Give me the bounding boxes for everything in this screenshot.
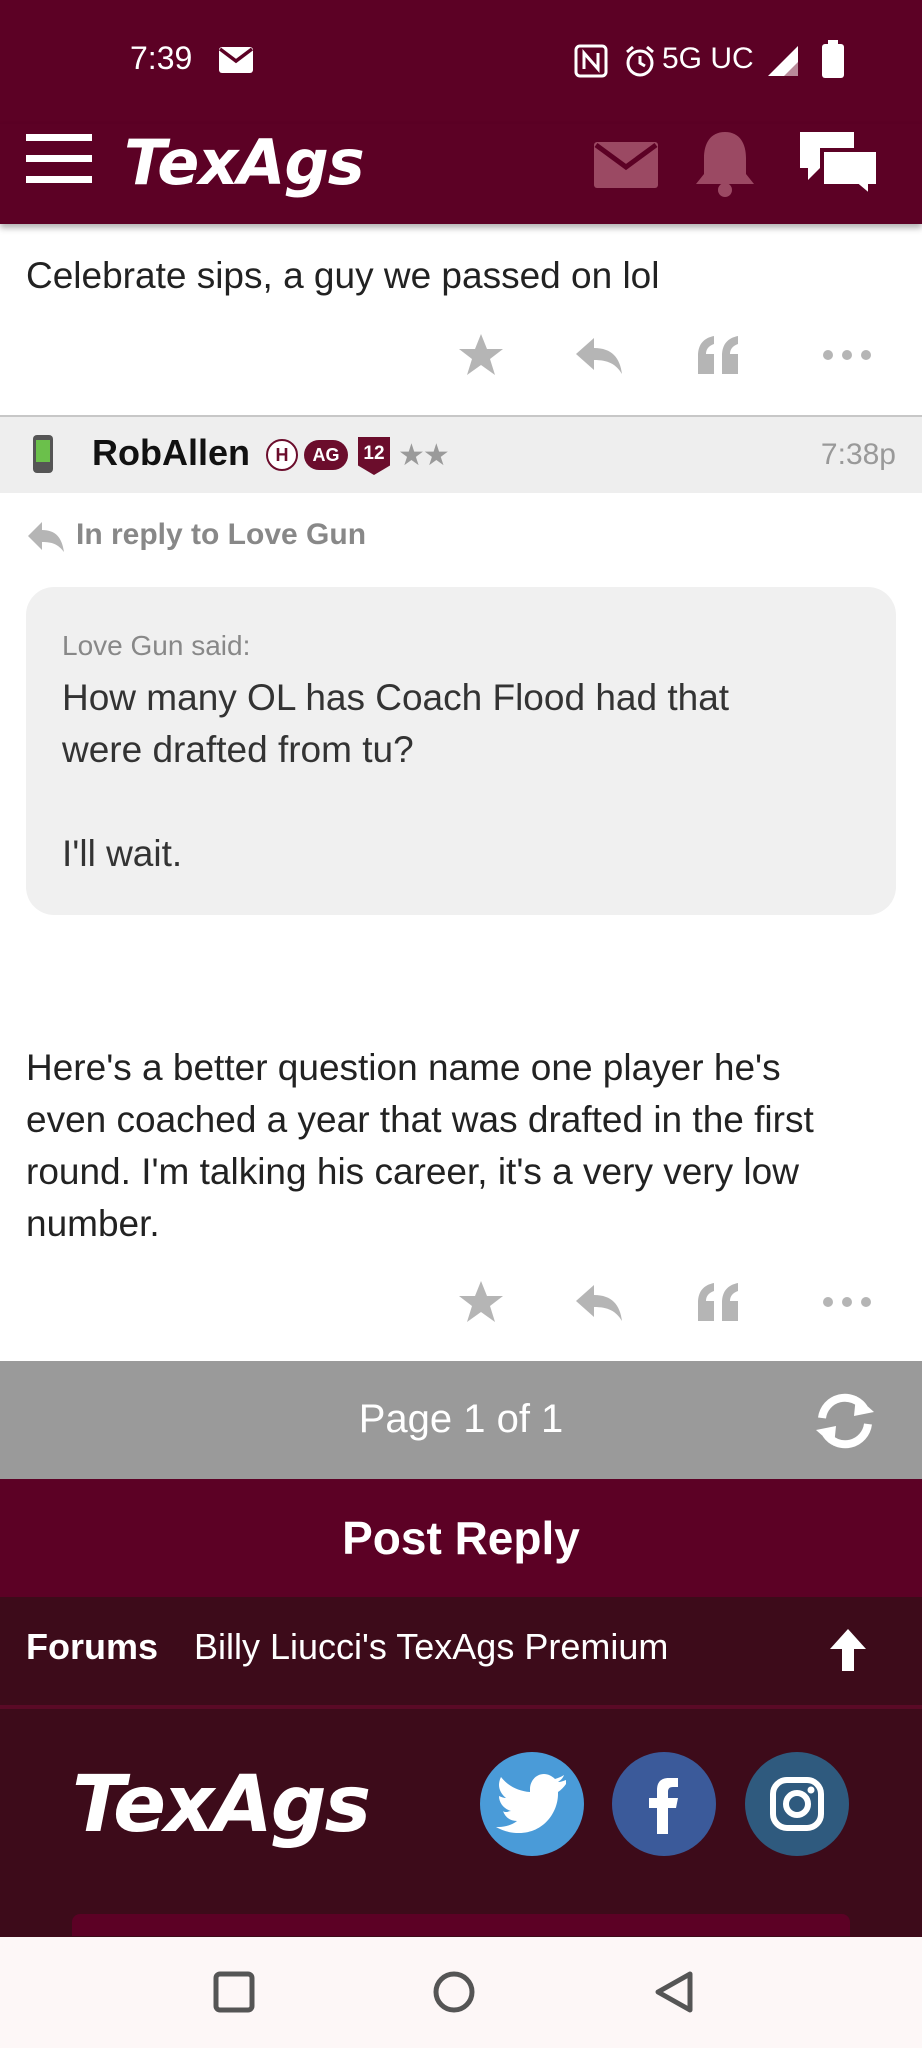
twitter-icon[interactable] (480, 1752, 584, 1856)
signal-icon (768, 46, 798, 76)
post-username[interactable]: RobAllen (92, 432, 250, 474)
quote-author: Love Gun said: (62, 630, 251, 661)
menu-icon[interactable] (26, 134, 92, 184)
badge-h: H (266, 439, 298, 471)
status-time: 7:39 (130, 40, 193, 76)
status-bar: 7:39 5G UC (0, 0, 922, 124)
post-body-line: Here's a better question name one player… (26, 1047, 781, 1088)
messages-icon[interactable] (594, 142, 658, 188)
footer-logo[interactable]: TexAgs (72, 1760, 371, 1850)
post-time: 7:38p (820, 438, 896, 471)
quote-line: were drafted from tu? (62, 729, 414, 770)
previous-post-actions (0, 328, 922, 388)
quote-icon[interactable] (692, 1275, 746, 1329)
texags-logo[interactable]: TexAgs (124, 126, 365, 199)
alarm-icon (626, 45, 654, 77)
nfc-icon (574, 44, 608, 78)
footer-strip (72, 1914, 850, 1936)
more-options-icon[interactable] (820, 328, 874, 382)
post-body-line: number. (26, 1203, 160, 1244)
reply-arrow-icon (28, 522, 64, 552)
quote-line: How many OL has Coach Flood had that (62, 677, 730, 718)
home-icon[interactable] (430, 1968, 478, 2016)
quote-text: How many OL has Coach Flood had that wer… (62, 672, 862, 880)
notifications-bell-icon[interactable] (692, 128, 758, 198)
post-actions (0, 1275, 922, 1335)
reply-icon[interactable] (572, 1275, 626, 1329)
more-options-icon[interactable] (820, 1275, 874, 1329)
post-body: Here's a better question name one player… (26, 1042, 906, 1250)
quote-icon[interactable] (692, 328, 746, 382)
breadcrumb-forums-link[interactable]: Forums (26, 1626, 158, 1668)
forums-chat-icon[interactable] (796, 128, 882, 198)
star-icon[interactable] (454, 328, 508, 382)
arrow-up-icon[interactable] (826, 1627, 870, 1673)
mobile-phone-icon (33, 435, 53, 473)
network-type: 5G UC (662, 42, 754, 75)
battery-icon (822, 40, 844, 78)
user-stars: ★★ (398, 439, 450, 472)
post-body-line: even coached a year that was drafted in … (26, 1099, 814, 1140)
back-icon[interactable] (650, 1968, 698, 2016)
previous-post-text: Celebrate sips, a guy we passed on lol (26, 255, 660, 296)
in-reply-to-link[interactable]: In reply to Love Gun (76, 518, 366, 552)
badge-ag: AG (304, 440, 348, 470)
facebook-icon[interactable] (612, 1752, 716, 1856)
post-reply-button[interactable]: Post Reply (0, 1479, 922, 1597)
post-body-line: round. I'm talking his career, it's a ve… (26, 1151, 799, 1192)
instagram-icon[interactable] (745, 1752, 849, 1856)
refresh-icon[interactable] (810, 1392, 880, 1450)
star-icon[interactable] (454, 1275, 508, 1329)
quote-line (62, 776, 862, 828)
page-indicator[interactable]: Page 1 of 1 (0, 1397, 922, 1442)
reply-icon[interactable] (572, 328, 626, 382)
breadcrumb-board-link[interactable]: Billy Liucci's TexAgs Premium (194, 1626, 668, 1668)
recent-apps-icon[interactable] (210, 1968, 258, 2016)
gmail-icon (218, 47, 254, 73)
quote-line: I'll wait. (62, 833, 183, 874)
